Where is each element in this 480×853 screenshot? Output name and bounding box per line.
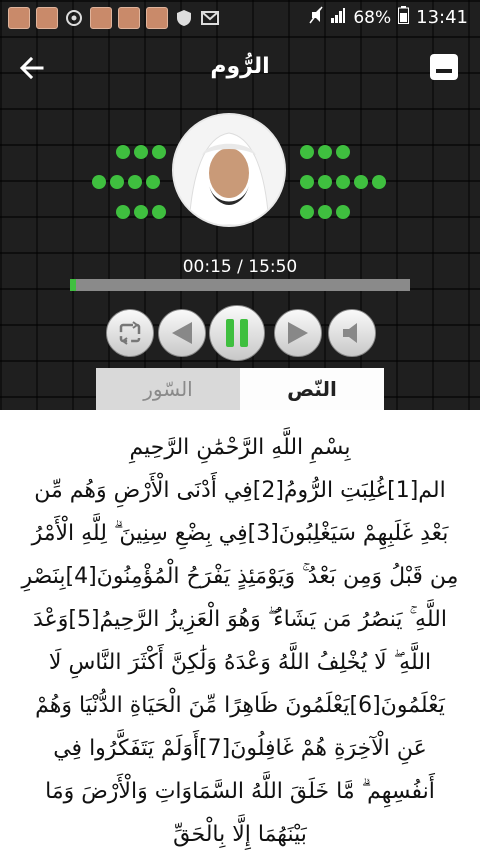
next-icon bbox=[288, 322, 308, 344]
previous-icon bbox=[172, 322, 192, 344]
surah-text: بِسْمِ اللَّهِ الرَّحْمَٰنِ الرَّحِيمِ ا… bbox=[21, 435, 459, 847]
menu-button[interactable] bbox=[430, 54, 458, 80]
previous-button[interactable] bbox=[158, 309, 206, 357]
system-indicators: 68% 13:41 bbox=[309, 6, 468, 29]
volume-icon bbox=[343, 323, 357, 343]
photo-thumbnail-icon bbox=[146, 7, 168, 29]
volume-button[interactable] bbox=[328, 309, 376, 357]
repeat-icon bbox=[119, 321, 141, 345]
pause-icon bbox=[226, 319, 248, 347]
playback-time: 00:15 / 15:50 bbox=[182, 257, 298, 277]
shield-icon bbox=[174, 8, 194, 28]
clock: 13:41 bbox=[416, 7, 468, 28]
sync-icon bbox=[64, 8, 84, 28]
seek-bar-progress bbox=[70, 279, 76, 291]
tab-text[interactable]: النّص bbox=[240, 368, 384, 410]
mute-icon bbox=[309, 6, 323, 29]
pause-button[interactable] bbox=[209, 305, 265, 361]
menu-icon bbox=[430, 54, 458, 80]
reciter-avatar bbox=[172, 113, 286, 227]
next-button[interactable] bbox=[274, 309, 322, 357]
battery-icon bbox=[398, 6, 410, 29]
photo-thumbnail-icon bbox=[36, 7, 58, 29]
tab-surahs[interactable]: السّور bbox=[96, 368, 240, 410]
status-bar: 68% 13:41 bbox=[0, 0, 480, 34]
photo-thumbnail-icon bbox=[118, 7, 140, 29]
surah-text-panel[interactable]: بِسْمِ اللَّهِ الرَّحْمَٰنِ الرَّحِيمِ ا… bbox=[0, 410, 480, 853]
battery-percent: 68% bbox=[353, 7, 392, 28]
seek-bar[interactable] bbox=[70, 279, 410, 291]
signal-icon bbox=[330, 7, 346, 28]
photo-thumbnail-icon bbox=[90, 7, 112, 29]
toolbar: الرُّوم bbox=[0, 40, 480, 96]
playback-controls bbox=[0, 305, 480, 361]
tab-bar: السّور النّص bbox=[96, 368, 384, 410]
photo-thumbnail-icon bbox=[8, 7, 30, 29]
notification-icons bbox=[8, 7, 220, 29]
surah-title: الرُّوم bbox=[210, 54, 270, 79]
repeat-button[interactable] bbox=[106, 309, 154, 357]
mail-icon bbox=[200, 8, 220, 28]
